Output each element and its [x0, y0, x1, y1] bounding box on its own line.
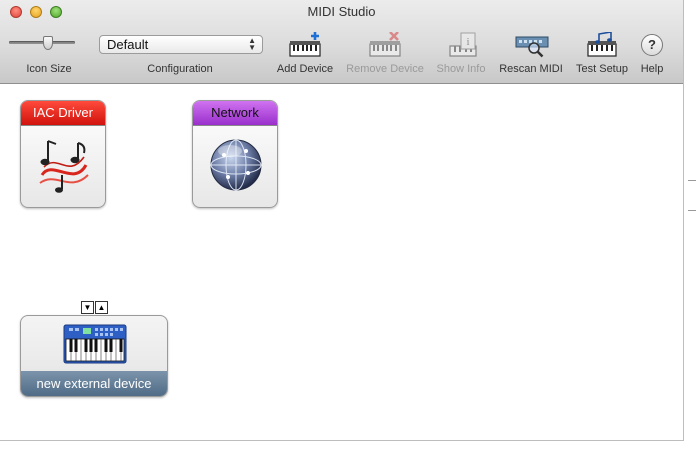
add-device-label: Add Device — [276, 63, 334, 75]
remove-device-button[interactable] — [369, 32, 401, 60]
device-iac-driver[interactable]: IAC Driver — [20, 100, 106, 208]
configuration-label: Configuration — [147, 63, 213, 75]
device-canvas[interactable]: IAC Driver Network ▼ ▲ new external devi… — [0, 84, 683, 440]
help-button[interactable]: ? — [640, 32, 664, 60]
slider-thumb[interactable] — [43, 36, 53, 50]
show-info-button[interactable]: i — [449, 32, 479, 60]
help-label: Help — [640, 63, 664, 75]
network-globe-icon — [208, 137, 264, 198]
help-icon: ? — [641, 34, 663, 56]
device-name: new external device — [21, 371, 167, 396]
window-title: MIDI Studio — [307, 4, 376, 19]
show-info-icon: i — [449, 32, 477, 57]
select-arrows-icon: ▲ ▼ — [248, 36, 256, 52]
edge-mark — [688, 210, 696, 211]
keyboard-icon — [63, 324, 127, 369]
test-setup-label: Test Setup — [576, 63, 628, 75]
help-glyph: ? — [648, 37, 656, 52]
device-name: Network — [193, 101, 277, 126]
configuration-value: Default — [107, 37, 149, 52]
remove-device-label: Remove Device — [346, 63, 424, 75]
add-device-icon — [289, 32, 321, 57]
icon-size-slider[interactable] — [9, 36, 75, 50]
slider-track — [9, 41, 75, 44]
icon-size-label: Icon Size — [26, 63, 72, 75]
test-setup-icon — [587, 32, 617, 57]
remove-device-icon — [369, 32, 401, 57]
device-name: IAC Driver — [21, 101, 105, 126]
midi-notes-icon — [34, 135, 94, 198]
show-info-label: Show Info — [436, 63, 486, 75]
rescan-midi-icon — [515, 36, 549, 58]
port-selectors: ▼ ▲ — [81, 301, 108, 314]
device-network[interactable]: Network — [192, 100, 278, 208]
add-device-button[interactable] — [289, 32, 321, 60]
port-down-arrow-icon[interactable]: ▼ — [81, 301, 94, 314]
device-new-external[interactable]: new external device — [20, 315, 168, 397]
test-setup-button[interactable] — [587, 32, 617, 60]
background-window-edge — [684, 0, 696, 452]
midi-studio-window: MIDI Studio Icon Size Default ▲ ▼ Configu… — [0, 0, 684, 441]
edge-mark — [688, 180, 696, 181]
configuration-select[interactable]: Default ▲ ▼ — [99, 35, 263, 54]
port-up-arrow-icon[interactable]: ▲ — [95, 301, 108, 314]
svg-text:i: i — [466, 36, 469, 48]
toolbar: MIDI Studio Icon Size Default ▲ ▼ Configu… — [0, 0, 683, 84]
rescan-midi-button[interactable] — [515, 32, 549, 60]
rescan-midi-label: Rescan MIDI — [499, 63, 563, 75]
